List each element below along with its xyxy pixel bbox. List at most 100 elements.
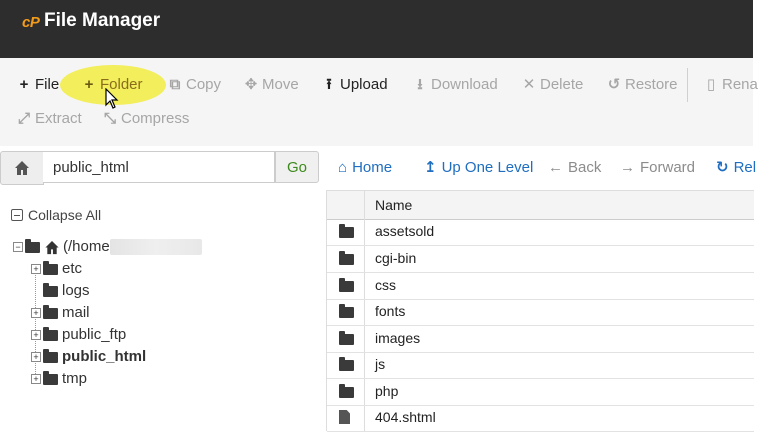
tree-item-public-ftp[interactable]: + public_ftp	[31, 325, 126, 345]
app-title: File Manager	[44, 10, 161, 31]
collapse-all-label: Collapse All	[28, 207, 102, 223]
download-button[interactable]: ⭳ Download	[413, 75, 497, 95]
file-name: assetsold	[375, 223, 435, 239]
tree-item-label: public_html	[62, 348, 147, 365]
delete-button[interactable]: ✕ Delete	[522, 75, 584, 95]
copy-icon: ⧉	[169, 76, 181, 93]
folder-icon	[339, 357, 354, 371]
arrow-right-icon: →	[620, 159, 635, 176]
title-bar: cP File Manager	[0, 0, 753, 58]
level-up-icon: ↥	[424, 159, 437, 176]
plus-icon: +	[31, 330, 41, 340]
plus-icon: +	[31, 374, 41, 384]
restore-label: Restore	[625, 76, 678, 93]
plus-icon: +	[31, 308, 41, 318]
folder-icon	[339, 384, 354, 398]
plus-icon: +	[31, 352, 41, 362]
folder-icon	[339, 331, 354, 345]
nav-reload-button[interactable]: ↻ Rel	[716, 158, 756, 178]
nav-back-label: Back	[568, 159, 602, 176]
reload-icon: ↻	[716, 159, 729, 176]
folder-icon	[43, 260, 58, 275]
table-row[interactable]: cgi-bin	[327, 246, 754, 273]
rename-label: Rena	[722, 76, 758, 93]
new-file-button[interactable]: + File	[17, 75, 60, 95]
move-icon: ✥	[244, 76, 258, 93]
compress-button[interactable]: ⤡ Compress	[103, 109, 189, 129]
folder-icon	[43, 282, 58, 297]
new-file-label: File	[35, 76, 60, 93]
download-icon: ⭳	[417, 76, 423, 93]
go-button[interactable]: Go	[275, 151, 319, 183]
folder-icon	[43, 304, 58, 319]
tree-item-mail[interactable]: + mail	[31, 303, 90, 323]
tree-root-label: (/home	[63, 238, 110, 255]
nav-up-button[interactable]: ↥ Up One Level	[424, 158, 533, 178]
path-bar: public_html Go	[0, 151, 320, 185]
move-button[interactable]: ✥ Move	[244, 75, 299, 95]
nav-forward-button[interactable]: → Forward	[620, 158, 695, 178]
table-row[interactable]: assetsold	[327, 219, 754, 246]
plus-icon: +	[31, 264, 41, 274]
file-name: css	[375, 277, 396, 293]
plus-icon: +	[84, 76, 94, 93]
path-home-button[interactable]	[0, 151, 44, 185]
file-name: cgi-bin	[375, 250, 417, 266]
folder-icon	[339, 251, 354, 265]
tree-item-label: logs	[62, 282, 90, 299]
upload-button[interactable]: ⭱ Upload	[322, 75, 388, 95]
extract-button[interactable]: ⤢ Extract	[17, 109, 82, 129]
home-icon: ⌂	[338, 159, 348, 176]
path-input[interactable]: public_html	[43, 151, 275, 183]
table-row[interactable]: 404.shtml	[327, 405, 754, 432]
table-row[interactable]: php	[327, 379, 754, 406]
collapse-all-button[interactable]: Collapse All	[11, 207, 101, 223]
nav-home-button[interactable]: ⌂ Home	[338, 158, 392, 178]
folder-icon	[43, 370, 58, 385]
nav-up-label: Up One Level	[441, 159, 534, 176]
delete-label: Delete	[540, 76, 584, 93]
arrow-left-icon: ←	[548, 159, 563, 176]
table-row[interactable]: css	[327, 273, 754, 300]
folder-icon	[43, 348, 58, 363]
home-icon	[15, 161, 29, 175]
upload-label: Upload	[340, 76, 388, 93]
rename-icon: ▯	[706, 76, 716, 93]
delete-icon: ✕	[522, 76, 536, 93]
table-row[interactable]: fonts	[327, 299, 754, 326]
tree-item-label: public_ftp	[62, 326, 127, 343]
rename-button[interactable]: ▯ Rena	[704, 75, 758, 95]
folder-open-icon	[25, 238, 40, 253]
mouse-cursor-icon	[105, 88, 119, 109]
collapse-icon	[11, 209, 23, 221]
restore-button[interactable]: ↺ Restore	[607, 75, 678, 95]
tree-item-label: tmp	[62, 370, 88, 387]
file-name: js	[375, 356, 386, 372]
tree-item-public-html[interactable]: + public_html	[31, 347, 146, 367]
nav-home-label: Home	[352, 159, 393, 176]
nav-forward-label: Forward	[640, 159, 696, 176]
plus-icon: +	[19, 76, 29, 93]
tree-root[interactable]: − (/home	[13, 237, 202, 257]
tree-item-tmp[interactable]: + tmp	[31, 369, 87, 389]
copy-button[interactable]: ⧉ Copy	[168, 75, 221, 95]
toolbar-separator	[687, 68, 688, 102]
name-column-header[interactable]: Name	[375, 197, 412, 213]
table-row[interactable]: images	[327, 326, 754, 353]
compress-icon: ⤡	[103, 110, 116, 127]
file-name: images	[375, 330, 421, 346]
tree-item-logs[interactable]: logs	[43, 281, 90, 301]
table-row[interactable]: js	[327, 352, 754, 379]
restore-icon: ↺	[607, 76, 621, 93]
nav-back-button[interactable]: ← Back	[548, 158, 601, 178]
tree-item-etc[interactable]: + etc	[31, 259, 82, 279]
cpanel-logo: cP	[22, 14, 40, 31]
redacted-username	[109, 239, 202, 255]
extract-label: Extract	[35, 110, 82, 127]
right-edge	[753, 0, 761, 431]
minus-icon: −	[13, 242, 23, 252]
folder-icon	[339, 224, 354, 238]
file-name: 404.shtml	[375, 409, 436, 425]
folder-icon	[43, 326, 58, 341]
home-icon	[45, 240, 59, 254]
